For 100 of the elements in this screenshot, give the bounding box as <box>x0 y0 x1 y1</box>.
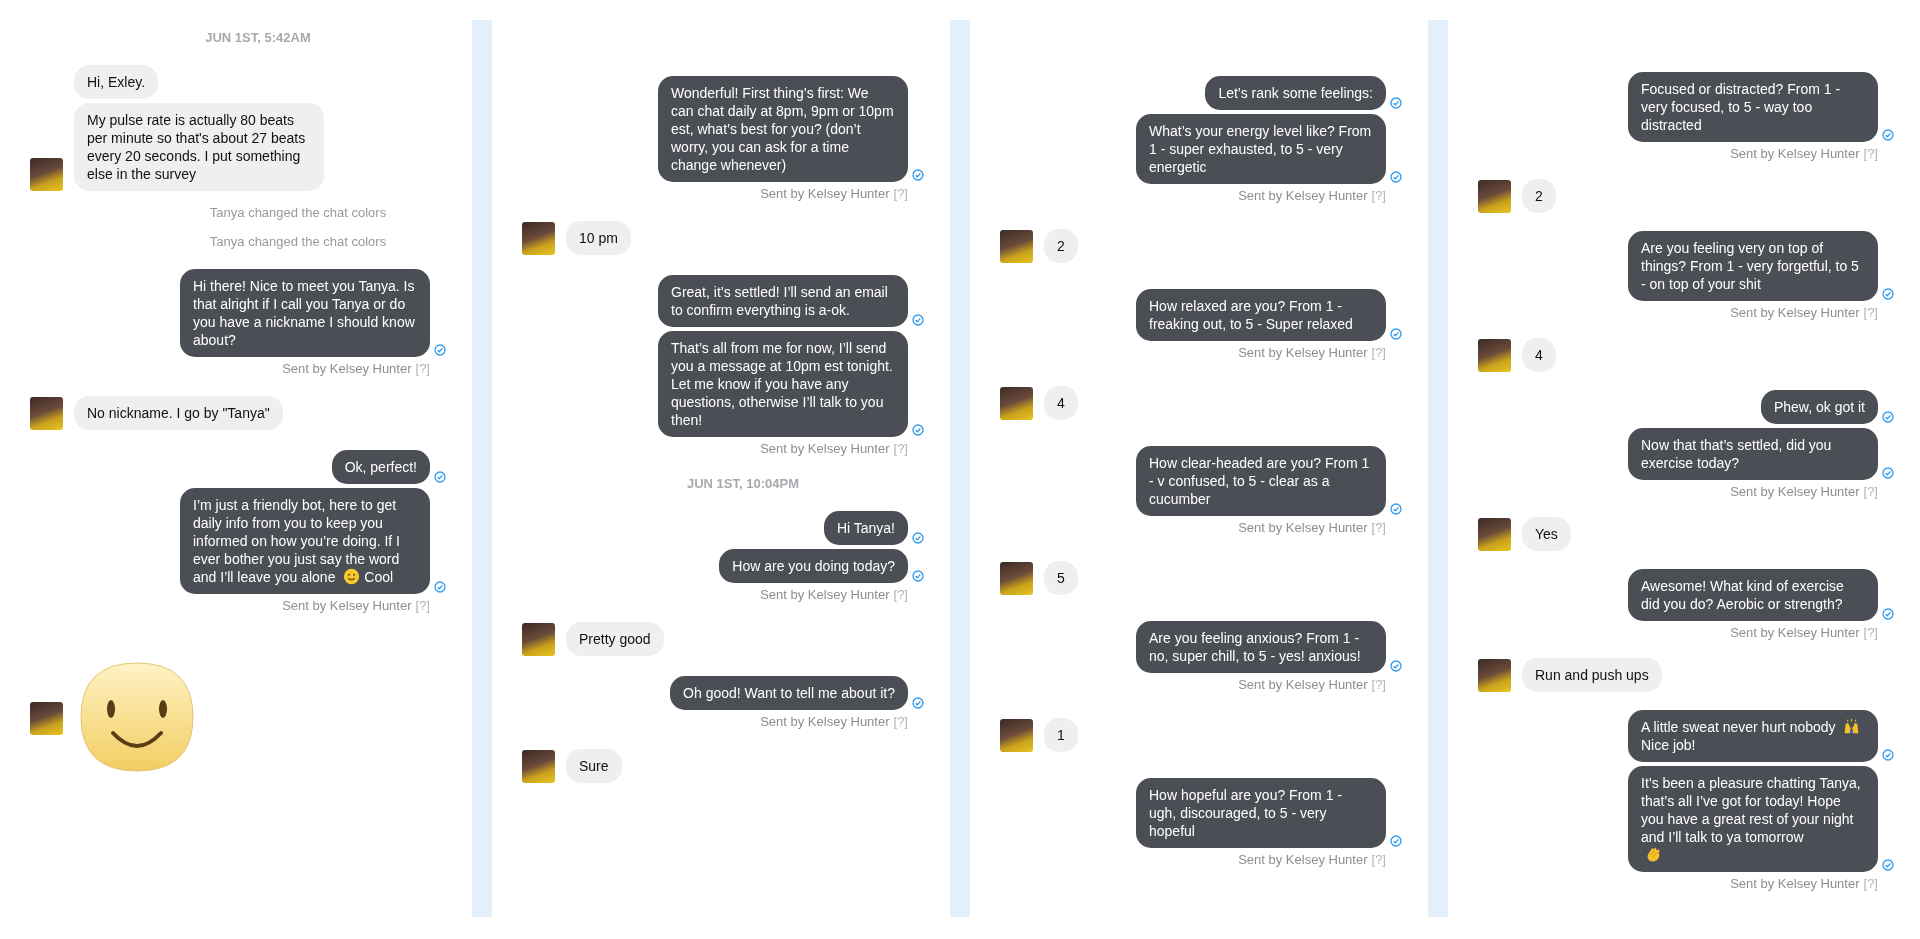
sender-label: Sent by Kelsey Hunter <box>1238 188 1368 203</box>
message-bubble: 2 <box>1522 179 1556 213</box>
message-bubble: What’s your energy level like? From 1 - super exhausted, to 5 - very energetic <box>1136 114 1386 184</box>
message-bubble: 5 <box>1044 561 1078 595</box>
help-link[interactable]: [?] <box>415 361 430 376</box>
help-link[interactable]: [?] <box>1371 852 1386 867</box>
sender-label: Sent by Kelsey Hunter <box>1238 852 1368 867</box>
help-link[interactable]: [?] <box>1863 146 1878 161</box>
help-link[interactable]: [?] <box>1863 484 1878 499</box>
sender-label: Sent by Kelsey Hunter <box>1238 520 1368 535</box>
message-bubble: 2 <box>1044 229 1078 263</box>
sender-label: Sent by Kelsey Hunter <box>1730 305 1860 320</box>
message-bubble: Ok, perfect! <box>331 450 430 484</box>
delivered-check-icon <box>1882 411 1894 423</box>
sender-label: Sent by Kelsey Hunter <box>1238 345 1368 360</box>
sender-label: Sent by Kelsey Hunter <box>1730 876 1860 891</box>
message-bubble: Wonderful! First thing’s first: We can chat daily at 8pm, 9pm or 10pm est, what’s best for you? (don’t worry, you can ask for a time change whenever) <box>658 76 908 182</box>
avatar-photo <box>522 623 555 656</box>
delivered-check-icon <box>912 570 924 582</box>
help-link[interactable]: [?] <box>1863 305 1878 320</box>
message-bubble: How are you doing today? <box>719 549 908 583</box>
help-link[interactable]: [?] <box>893 186 908 201</box>
avatar-photo <box>1000 562 1033 595</box>
delivered-check-icon <box>1882 749 1894 761</box>
message-text: Nice job! <box>1641 736 1696 754</box>
message-text: It’s been a pleasure chatting Tanya, that’s all I’ve got for today! Hope you have a great rest of your night and I’ll talk to ya tomorrow <box>1641 774 1862 846</box>
avatar-photo <box>1000 387 1033 420</box>
sender-label: Sent by Kelsey Hunter <box>1730 146 1860 161</box>
delivered-check-icon <box>1882 288 1894 300</box>
message-text: Cool <box>364 568 394 586</box>
message-bubble: 1 <box>1044 718 1078 752</box>
help-link[interactable]: [?] <box>893 441 908 456</box>
clapping-hand-icon <box>1645 846 1662 863</box>
delivered-check-icon <box>1882 859 1894 871</box>
message-bubble: Now that that’s settled, did you exercise today? <box>1628 428 1878 480</box>
help-link[interactable]: [?] <box>1371 520 1386 535</box>
delivered-check-icon <box>912 532 924 544</box>
message-bubble: How relaxed are you? From 1 - freaking out, to 5 - Super relaxed <box>1136 289 1386 341</box>
message-bubble: Hi there! Nice to meet you Tanya. Is that alright if I call you Tanya or do you have a nickname I should know about? <box>180 269 430 357</box>
message-bubble: Awesome! What kind of exercise did you do? Aerobic or strength? <box>1628 569 1878 621</box>
delivered-check-icon <box>1390 503 1402 515</box>
sender-label: Sent by Kelsey Hunter <box>760 441 890 456</box>
sender-label: Sent by Kelsey Hunter <box>282 598 412 613</box>
delivered-check-icon <box>1882 467 1894 479</box>
help-link[interactable]: [?] <box>415 598 430 613</box>
avatar-photo <box>1478 518 1511 551</box>
avatar-photo <box>522 750 555 783</box>
delivered-check-icon <box>1882 608 1894 620</box>
sender-label: Sent by Kelsey Hunter <box>760 714 890 729</box>
sender-label: Sent by Kelsey Hunter <box>1730 625 1860 640</box>
help-link[interactable]: [?] <box>893 714 908 729</box>
sender-label: Sent by Kelsey Hunter <box>1730 484 1860 499</box>
help-link[interactable]: [?] <box>1371 345 1386 360</box>
delivered-check-icon <box>1390 97 1402 109</box>
date-divider: JUN 1ST, 10:04PM <box>687 476 799 491</box>
message-bubble: How hopeful are you? From 1 - ugh, discouraged, to 5 - very hopeful <box>1136 778 1386 848</box>
help-link[interactable]: [?] <box>1371 188 1386 203</box>
message-text: A little sweat never hurt nobody <box>1641 718 1836 736</box>
smiley-icon <box>343 568 361 585</box>
help-link[interactable]: [?] <box>1863 625 1878 640</box>
date-divider: JUN 1ST, 5:42AM <box>205 30 311 45</box>
delivered-check-icon <box>912 314 924 326</box>
sender-label: Sent by Kelsey Hunter <box>282 361 412 376</box>
message-bubble: 4 <box>1522 338 1556 372</box>
delivered-check-icon <box>912 169 924 181</box>
delivered-check-icon <box>1390 171 1402 183</box>
avatar-photo <box>30 158 63 191</box>
message-bubble: Great, it’s settled! I’ll send an email to confirm everything is a-ok. <box>658 275 908 327</box>
message-bubble: Hi Tanya! <box>823 511 908 545</box>
message-bubble: Sure <box>566 749 622 783</box>
message-bubble: Run and push ups <box>1522 658 1662 692</box>
system-notice: Tanya changed the chat colors <box>209 234 387 249</box>
message-bubble: Oh good! Want to tell me about it? <box>670 676 908 710</box>
delivered-check-icon <box>912 697 924 709</box>
message-text: and I’ll leave you alone <box>193 568 336 586</box>
sender-label: Sent by Kelsey Hunter <box>760 587 890 602</box>
message-bubble: Hi, Exley. <box>74 65 159 99</box>
delivered-check-icon <box>1882 129 1894 141</box>
message-bubble: 4 <box>1044 386 1078 420</box>
message-bubble: Are you feeling very on top of things? From 1 - very forgetful, to 5 - on top of your shit <box>1628 231 1878 301</box>
help-link[interactable]: [?] <box>893 587 908 602</box>
system-notice: Tanya changed the chat colors <box>209 205 387 220</box>
sender-label: Sent by Kelsey Hunter <box>1238 677 1368 692</box>
help-link[interactable]: [?] <box>1371 677 1386 692</box>
avatar-photo <box>1478 180 1511 213</box>
sender-label: Sent by Kelsey Hunter <box>760 186 890 201</box>
avatar-photo <box>1478 659 1511 692</box>
delivered-check-icon <box>434 471 446 483</box>
message-bubble: My pulse rate is actually 80 beats per minute so that's about 27 beats every 20 seconds. I put something else in the survey <box>74 103 324 191</box>
avatar-photo <box>30 701 63 735</box>
message-bubble: Yes <box>1522 517 1571 551</box>
message-bubble: No nickname. I go by "Tanya" <box>74 396 283 430</box>
message-bubble: Let’s rank some feelings: <box>1205 76 1386 110</box>
message-bubble: Phew, ok got it <box>1760 390 1878 424</box>
delivered-check-icon <box>434 344 446 356</box>
delivered-check-icon <box>1390 328 1402 340</box>
message-bubble: That’s all from me for now, I’ll send you a message at 10pm est tonight. Let me know if you have any questions, otherwise I’ll talk to you then! <box>658 331 908 437</box>
delivered-check-icon <box>434 581 446 593</box>
avatar-photo <box>522 222 555 255</box>
help-link[interactable]: [?] <box>1863 876 1878 891</box>
